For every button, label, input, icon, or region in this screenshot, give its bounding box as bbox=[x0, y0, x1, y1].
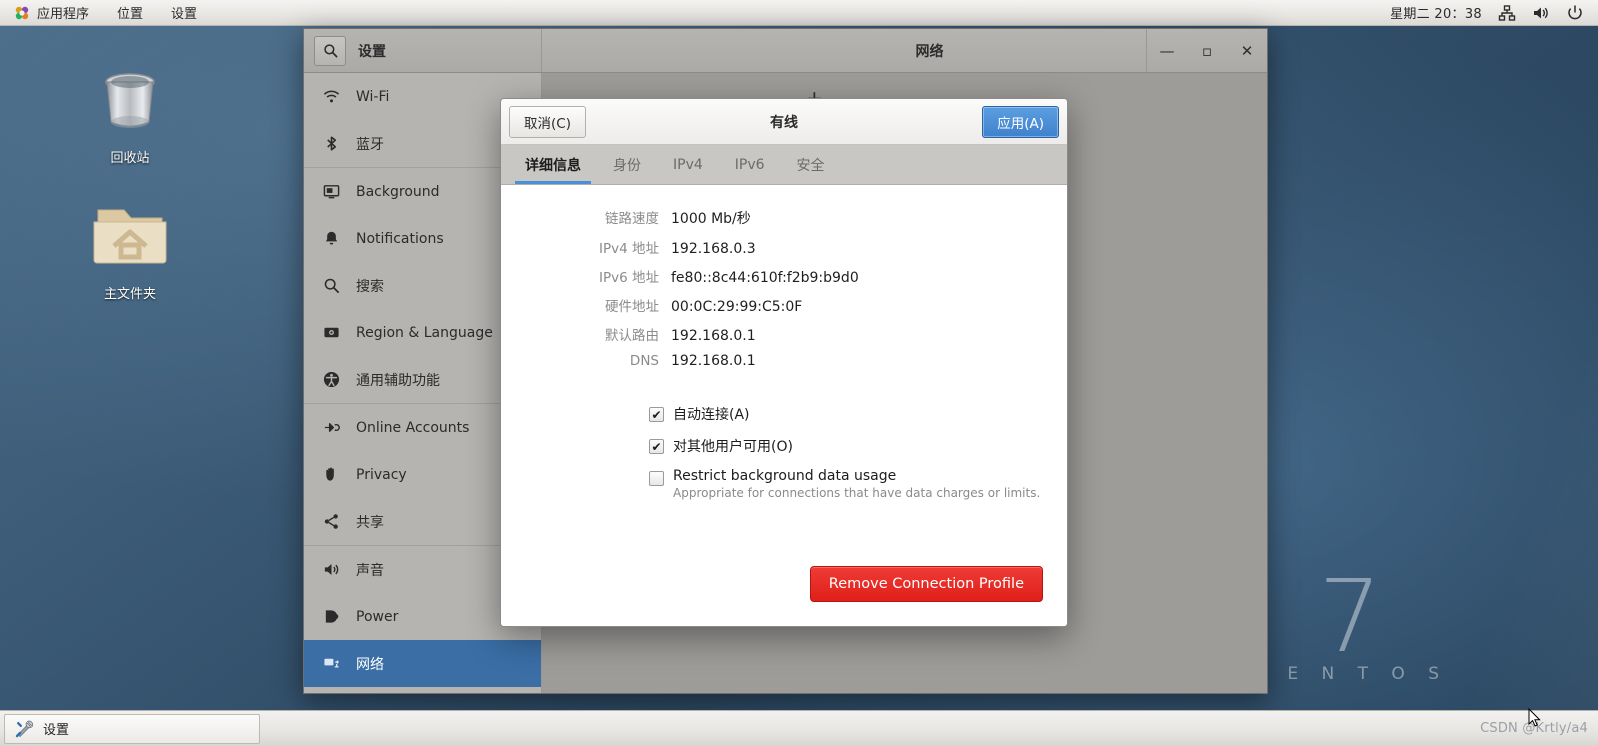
detail-label: IPv4 地址 bbox=[599, 241, 659, 257]
settings-panel-title: 设置 bbox=[358, 43, 386, 60]
detail-value: fe80::8c44:610f:f2b9:b9d0 bbox=[671, 270, 859, 286]
settings-titlebar-left: 设置 bbox=[304, 29, 542, 72]
tab-ipv4[interactable]: IPv4 bbox=[657, 145, 719, 184]
page-title: 网络 bbox=[915, 43, 944, 60]
detail-row-link-speed: 链路速度 1000 Mb/秒 bbox=[501, 207, 1067, 228]
menu-applications-label: 应用程序 bbox=[37, 7, 90, 22]
detail-row-default-route: 默认路由 192.168.0.1 bbox=[501, 324, 1067, 344]
checkbox-label: 对其他用户可用(O) bbox=[673, 439, 793, 455]
desktop-icon-home[interactable]: 主文件夹 bbox=[70, 198, 190, 302]
tab-details[interactable]: 详细信息 bbox=[509, 145, 597, 184]
detail-label: 链路速度 bbox=[605, 211, 659, 227]
checkbox-autoconnect[interactable]: ✔ bbox=[649, 407, 664, 422]
checkbox-row-restrict-background[interactable]: ✔ Restrict background data usage Appropr… bbox=[501, 468, 1067, 500]
bottom-panel: 设置 CSDN @Krtly/a4 bbox=[0, 710, 1598, 746]
sidebar-item-label: Power bbox=[356, 608, 399, 625]
power-icon[interactable] bbox=[1566, 4, 1584, 22]
sound-icon bbox=[322, 561, 340, 579]
cancel-button[interactable]: 取消(C) bbox=[509, 105, 586, 138]
sidebar-item-label: 通用辅助功能 bbox=[356, 372, 440, 389]
csdn-watermark: CSDN @Krtly/a4 bbox=[1480, 721, 1588, 736]
sidebar-item-network[interactable]: 网络 bbox=[304, 640, 541, 687]
network-icon[interactable] bbox=[1498, 4, 1516, 22]
tab-security[interactable]: 安全 bbox=[781, 145, 841, 184]
checkbox-row-available-to-others[interactable]: ✔ 对其他用户可用(O) bbox=[501, 436, 1067, 456]
detail-label: 默认路由 bbox=[605, 328, 659, 344]
tab-identity[interactable]: 身份 bbox=[597, 145, 657, 184]
bell-icon bbox=[322, 230, 340, 248]
bluetooth-icon bbox=[322, 135, 340, 153]
menu-places-label: 位置 bbox=[117, 7, 144, 22]
sidebar-item-label: 声音 bbox=[356, 562, 384, 579]
search-icon bbox=[322, 277, 340, 295]
sidebar-item-label: 网络 bbox=[356, 656, 384, 673]
checkbox-description: Appropriate for connections that have da… bbox=[673, 486, 1041, 500]
online-accounts-icon bbox=[322, 419, 340, 437]
menu-applications[interactable]: 应用程序 bbox=[0, 0, 103, 26]
top-panel: 应用程序 位置 设置 星期二 20：38 bbox=[0, 0, 1598, 26]
detail-label: IPv6 地址 bbox=[599, 270, 659, 286]
detail-label: 硬件地址 bbox=[605, 299, 659, 315]
tab-ipv6[interactable]: IPv6 bbox=[719, 145, 781, 184]
clock[interactable]: 星期二 20：38 bbox=[1390, 3, 1482, 22]
sidebar-item-label: Privacy bbox=[356, 466, 407, 483]
detail-row-dns: DNS 192.168.0.1 bbox=[501, 353, 1067, 369]
detail-row-ipv4: IPv4 地址 192.168.0.3 bbox=[501, 237, 1067, 257]
detail-label: DNS bbox=[629, 353, 659, 369]
detail-row-ipv6: IPv6 地址 fe80::8c44:610f:f2b9:b9d0 bbox=[501, 266, 1067, 286]
detail-value: 00:0C:29:99:C5:0F bbox=[671, 299, 803, 315]
dialog-tabs: 详细信息 身份 IPv4 IPv6 安全 bbox=[501, 145, 1067, 185]
sidebar-item-label: 搜索 bbox=[356, 278, 384, 295]
privacy-hand-icon bbox=[322, 466, 340, 484]
sidebar-item-label: 共享 bbox=[356, 514, 384, 531]
desktop-icon-trash[interactable]: 回收站 bbox=[70, 62, 190, 166]
detail-value: 192.168.0.1 bbox=[671, 328, 756, 344]
gnome-foot-icon bbox=[15, 6, 29, 19]
home-folder-icon bbox=[93, 209, 167, 264]
detail-value: 192.168.0.3 bbox=[671, 241, 756, 257]
dialog-content: 链路速度 1000 Mb/秒 IPv4 地址 192.168.0.3 IPv6 … bbox=[501, 185, 1067, 626]
sidebar-item-label: Online Accounts bbox=[356, 419, 470, 436]
settings-titlebar-right: 网络 — ▫ ✕ bbox=[542, 29, 1267, 72]
checkbox-restrict-background[interactable]: ✔ bbox=[649, 471, 664, 486]
apply-button[interactable]: 应用(A) bbox=[982, 105, 1059, 138]
checkbox-available-to-others[interactable]: ✔ bbox=[649, 439, 664, 454]
detail-value: 192.168.0.1 bbox=[671, 353, 756, 369]
desktop-icon-label: 主文件夹 bbox=[103, 287, 156, 302]
volume-icon[interactable] bbox=[1532, 4, 1550, 22]
settings-titlebar[interactable]: 设置 网络 — ▫ ✕ bbox=[304, 29, 1267, 73]
share-icon bbox=[322, 513, 340, 531]
tools-icon bbox=[15, 720, 34, 737]
checkbox-label: Restrict background data usage bbox=[673, 468, 897, 484]
checkbox-row-autoconnect[interactable]: ✔ 自动连接(A) bbox=[501, 404, 1067, 424]
desktop-icon-label: 回收站 bbox=[110, 151, 150, 166]
accessibility-icon bbox=[322, 371, 340, 389]
sidebar-item-label: Notifications bbox=[356, 230, 444, 247]
region-language-icon bbox=[322, 324, 340, 342]
remove-connection-profile-button[interactable]: Remove Connection Profile bbox=[809, 566, 1043, 602]
menu-settings[interactable]: 设置 bbox=[157, 0, 211, 26]
detail-row-hardware-address: 硬件地址 00:0C:29:99:C5:0F bbox=[501, 295, 1067, 315]
taskbar-button-settings[interactable]: 设置 bbox=[4, 713, 260, 744]
checkbox-label: 自动连接(A) bbox=[673, 407, 750, 423]
wifi-icon bbox=[322, 88, 340, 106]
detail-value: 1000 Mb/秒 bbox=[671, 211, 751, 227]
dialog-header: 取消(C) 有线 应用(A) bbox=[501, 99, 1067, 145]
sidebar-item-label: 蓝牙 bbox=[356, 136, 384, 153]
power-plug-icon bbox=[322, 608, 340, 626]
top-panel-status-area: 星期二 20：38 bbox=[1390, 3, 1598, 22]
search-icon[interactable] bbox=[314, 35, 346, 66]
menu-places[interactable]: 位置 bbox=[103, 0, 157, 26]
sidebar-item-label: Wi-Fi bbox=[356, 88, 390, 105]
network-icon bbox=[322, 655, 340, 673]
sidebar-item-label: Background bbox=[356, 183, 440, 200]
sidebar-item-label: Region & Language bbox=[356, 324, 493, 341]
menu-settings-label: 设置 bbox=[171, 7, 198, 22]
wired-connection-dialog: 取消(C) 有线 应用(A) 详细信息 身份 IPv4 IPv6 安全 链路速度… bbox=[500, 98, 1068, 627]
trash-icon bbox=[105, 73, 155, 128]
taskbar-button-label: 设置 bbox=[43, 723, 70, 738]
background-icon bbox=[322, 183, 340, 201]
